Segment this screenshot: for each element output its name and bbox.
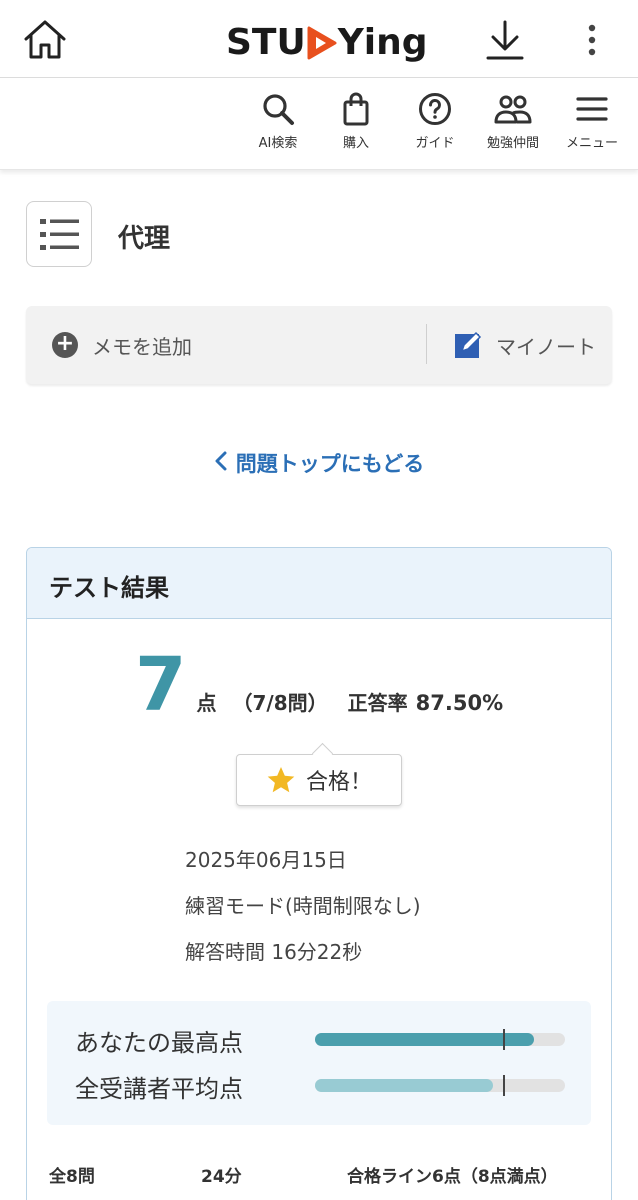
- correct-rate-label: 正答率: [347, 691, 408, 715]
- home-button[interactable]: [22, 18, 68, 62]
- question-count: 全8問: [49, 1167, 95, 1187]
- score-unit: 点: [196, 691, 217, 715]
- pass-line: 合格ライン6点（8点満点）: [347, 1167, 558, 1187]
- memo-bar: + メモを追加 マイノート: [26, 306, 612, 384]
- nav-ai-search-label: AI検索: [258, 136, 298, 151]
- search-icon: [263, 94, 294, 125]
- nav-purchase-label: 購入: [342, 136, 369, 151]
- people-icon: [494, 95, 532, 124]
- result-card-header: テスト結果: [27, 548, 611, 619]
- average-score-label: 全受講者平均点: [75, 1075, 243, 1103]
- score-comparison-panel: あなたの最高点 全受講者平均点: [47, 1001, 591, 1125]
- memo-divider: [426, 324, 427, 364]
- score-row: 7 点 （7/8問） 正答率 87.50%: [135, 648, 503, 728]
- nav-study-buddies-label: 勉強仲間: [486, 136, 539, 151]
- more-options-button[interactable]: [578, 20, 606, 60]
- pass-line-marker: [502, 1075, 505, 1096]
- nav-ai-search[interactable]: AI検索: [238, 92, 318, 162]
- logo-play-icon: [307, 26, 337, 60]
- edit-note-icon: [455, 331, 482, 358]
- answer-time: 解答時間 16分22秒: [185, 940, 363, 964]
- score-detail: （7/8問）: [232, 691, 328, 715]
- correct-rate-value: 87.50%: [415, 691, 504, 715]
- plus-circle-icon: +: [52, 332, 78, 358]
- hamburger-menu-icon: [576, 97, 608, 121]
- my-note-button[interactable]: マイノート: [454, 330, 596, 360]
- studying-logo[interactable]: STU Ying: [226, 20, 428, 64]
- average-score-fill: [315, 1079, 493, 1092]
- download-icon: [486, 20, 524, 60]
- pass-label: 合格！: [305, 770, 372, 795]
- add-memo-label: メモを追加: [92, 334, 192, 359]
- best-score-bar: [315, 1029, 565, 1050]
- my-note-label: マイノート: [496, 334, 596, 359]
- average-score-bar: [315, 1075, 565, 1096]
- lesson-list-button[interactable]: [26, 201, 92, 267]
- test-date: 2025年06月15日: [185, 848, 347, 872]
- add-memo-button[interactable]: + メモを追加: [52, 330, 192, 360]
- pass-badge: 合格！: [236, 754, 402, 806]
- nav-guide-label: ガイド: [415, 136, 455, 151]
- nav-menu[interactable]: メニュー: [552, 92, 632, 162]
- chevron-left-icon: [214, 451, 228, 476]
- help-circle-icon: [419, 93, 451, 125]
- test-mode: 練習モード(時間制限なし): [185, 894, 421, 918]
- best-score-label: あなたの最高点: [75, 1029, 243, 1057]
- logo-text-right: Ying: [337, 21, 428, 63]
- back-link-label: 問題トップにもどる: [235, 452, 425, 476]
- download-button[interactable]: [484, 18, 526, 62]
- secondary-nav: AI検索 購入 ガイド 勉強仲間 メニュー: [0, 78, 638, 170]
- list-icon: [40, 219, 79, 250]
- star-icon: [267, 767, 295, 793]
- nav-study-buddies[interactable]: 勉強仲間: [473, 92, 553, 162]
- nav-menu-label: メニュー: [565, 136, 618, 151]
- score-value: 7: [135, 642, 187, 728]
- time-limit: 24分: [201, 1167, 242, 1187]
- test-result-card: テスト結果 7 点 （7/8問） 正答率 87.50% 合格！ 2025年06月…: [26, 547, 612, 1200]
- home-icon: [24, 20, 66, 59]
- nav-purchase[interactable]: 購入: [316, 92, 396, 162]
- logo-text-left: STU: [226, 21, 306, 63]
- pass-line-marker: [502, 1029, 505, 1050]
- back-to-questions-link[interactable]: 問題トップにもどる: [0, 448, 638, 478]
- more-vertical-icon: [588, 24, 596, 56]
- best-score-fill: [315, 1033, 534, 1046]
- top-bar: STU Ying: [0, 0, 638, 78]
- lesson-title: 代理: [118, 224, 171, 254]
- shopping-bag-icon: [343, 92, 369, 126]
- nav-guide[interactable]: ガイド: [395, 92, 475, 162]
